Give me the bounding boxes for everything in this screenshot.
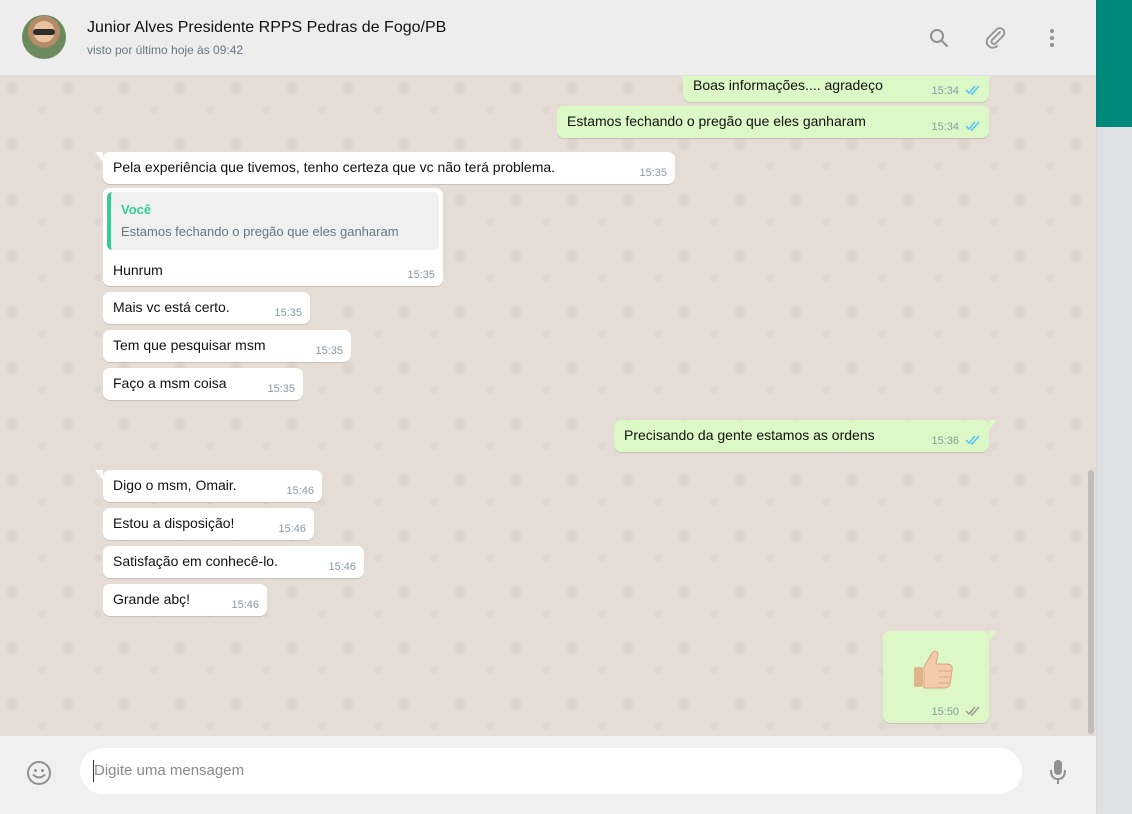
message-text: Hunrum — [113, 262, 163, 278]
quoted-message[interactable]: Você Estamos fechando o pregão que eles … — [107, 192, 439, 250]
smiley-icon[interactable] — [26, 760, 52, 786]
message-time: 15:46 — [328, 561, 356, 573]
read-ticks-icon — [965, 85, 980, 95]
message-text: Boas informações.... agradeço — [693, 77, 883, 93]
whatsapp-window: Junior Alves Presidente RPPS Pedras de F… — [0, 0, 1096, 814]
message-time: 15:36 — [931, 435, 959, 447]
read-ticks-icon — [965, 435, 980, 445]
message-time: 15:50 — [931, 706, 959, 718]
message-outgoing[interactable]: Boas informações.... agradeço 15:34 — [683, 76, 989, 102]
message-time: 15:34 — [931, 85, 959, 97]
message-time: 15:46 — [286, 485, 314, 497]
contact-avatar[interactable] — [22, 15, 66, 59]
message-outgoing-emoji[interactable]: 15:50 — [883, 631, 997, 723]
message-text: Mais vc está certo. — [113, 299, 230, 315]
microphone-icon[interactable] — [1048, 758, 1068, 786]
message-text: Pela experiência que tivemos, tenho cert… — [113, 159, 556, 175]
message-list[interactable]: Boas informações.... agradeço 15:34 Esta… — [0, 76, 1096, 736]
thumbs-up-icon — [914, 650, 953, 689]
message-incoming[interactable]: Grande abç! 15:46 — [103, 584, 267, 616]
message-incoming[interactable]: Tem que pesquisar msm 15:35 — [103, 330, 351, 362]
message-time: 15:35 — [407, 269, 435, 281]
delivered-ticks-icon — [965, 706, 980, 716]
paperclip-icon[interactable] — [984, 26, 1008, 50]
message-text: Precisando da gente estamos as ordens — [624, 427, 875, 443]
message-text: Tem que pesquisar msm — [113, 337, 266, 353]
message-incoming[interactable]: Estou a disposição! 15:46 — [103, 508, 314, 540]
message-text: Faço a msm coisa — [113, 375, 227, 391]
chat-scrollbar[interactable] — [1088, 470, 1094, 734]
message-time: 15:35 — [267, 383, 295, 395]
message-text: Digo o msm, Omair. — [113, 477, 237, 493]
message-incoming[interactable]: Faço a msm coisa 15:35 — [103, 368, 303, 400]
message-time: 15:35 — [315, 345, 343, 357]
message-text: Estamos fechando o pregão que eles ganha… — [567, 113, 866, 129]
message-text: Estou a disposição! — [113, 515, 235, 531]
message-time: 15:46 — [278, 523, 306, 535]
chat-header[interactable]: Junior Alves Presidente RPPS Pedras de F… — [0, 0, 1096, 76]
contact-name[interactable]: Junior Alves Presidente RPPS Pedras de F… — [87, 19, 446, 37]
message-incoming[interactable]: Mais vc está certo. 15:35 — [103, 292, 310, 324]
message-text: Grande abç! — [113, 591, 191, 607]
menu-dots-icon[interactable] — [1040, 26, 1064, 50]
message-text: Satisfação em conhecê-lo. — [113, 553, 278, 569]
message-input-placeholder: Digite uma mensagem — [94, 762, 245, 779]
quoted-text: Estamos fechando o pregão que eles ganha… — [121, 224, 399, 239]
composer-bar: Digite uma mensagem — [0, 736, 1096, 814]
message-time: 15:35 — [274, 307, 302, 319]
message-time: 15:34 — [931, 121, 959, 133]
message-outgoing[interactable]: Estamos fechando o pregão que eles ganha… — [557, 106, 989, 138]
read-ticks-icon — [965, 121, 980, 131]
message-time: 15:46 — [231, 599, 259, 611]
message-input[interactable]: Digite uma mensagem — [80, 748, 1022, 794]
message-incoming[interactable]: Satisfação em conhecê-lo. 15:46 — [103, 546, 364, 578]
message-incoming-reply[interactable]: Você Estamos fechando o pregão que eles … — [103, 188, 443, 286]
search-icon[interactable] — [927, 26, 951, 50]
message-time: 15:35 — [639, 167, 667, 179]
contact-last-seen: visto por último hoje às 09:42 — [87, 43, 244, 57]
quoted-author: Você — [121, 202, 152, 217]
message-incoming[interactable]: Digo o msm, Omair. 15:46 — [95, 470, 322, 502]
message-incoming[interactable]: Pela experiência que tivemos, tenho cert… — [95, 152, 675, 184]
message-outgoing[interactable]: Precisando da gente estamos as ordens 15… — [614, 420, 997, 452]
